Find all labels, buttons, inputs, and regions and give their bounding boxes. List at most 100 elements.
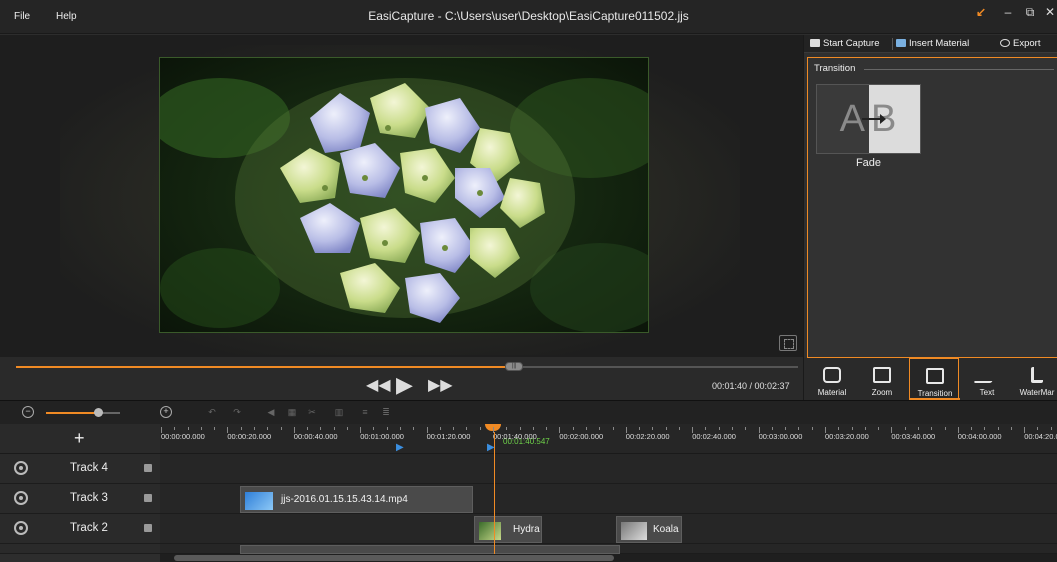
ruler-tick-label: 00:00:20.000: [227, 432, 272, 441]
ruler-tick: [639, 427, 641, 430]
ruler-tick: [214, 427, 216, 430]
playhead-line[interactable]: [494, 432, 495, 562]
redo-icon[interactable]: ↷: [232, 407, 242, 417]
marker-icon[interactable]: ▶: [396, 442, 404, 453]
ruler-tick: [466, 427, 468, 430]
timeline-zoom-slider[interactable]: [46, 408, 120, 417]
audio-clip[interactable]: [240, 545, 620, 554]
track-lane[interactable]: [160, 544, 1057, 554]
image-clip[interactable]: Hydra: [474, 516, 542, 543]
volume-icon[interactable]: ◀: [266, 407, 276, 417]
ruler-tick: [917, 427, 919, 430]
easicapture-window: File Help EasiCapture - C:\Users\user\De…: [0, 0, 1057, 562]
tab-transition[interactable]: Transition: [909, 358, 960, 400]
ruler-tick: [439, 427, 441, 430]
track-lane[interactable]: Hydra Koala: [160, 514, 1057, 544]
track-lane[interactable]: jjs-2016.01.15.15.43.14.mp4: [160, 484, 1057, 514]
lock-icon[interactable]: [144, 494, 152, 502]
zoom-slider-fill: [46, 412, 98, 414]
ruler-tick: [426, 427, 428, 433]
ruler-tick: [612, 427, 614, 430]
ruler-tick: [519, 427, 521, 430]
film-reel-icon: [1000, 39, 1010, 47]
transition-icon: [926, 368, 944, 384]
start-capture-button[interactable]: Start Capture: [810, 38, 880, 49]
video-clip[interactable]: jjs-2016.01.15.15.43.14.mp4: [240, 486, 473, 513]
ruler-tick: [585, 427, 587, 430]
video-preview: [0, 35, 803, 357]
track-header: Track 3: [0, 484, 160, 514]
zoom-in-icon[interactable]: +: [160, 406, 172, 418]
restore-down-icon[interactable]: ↙: [972, 4, 990, 20]
track-name: Track 2: [70, 522, 108, 534]
ruler-tick: [253, 427, 255, 430]
insert-material-button[interactable]: Insert Material: [896, 38, 969, 49]
fast-forward-icon[interactable]: ▶▶: [428, 375, 453, 395]
track-lane[interactable]: [160, 454, 1057, 484]
fullscreen-icon[interactable]: [779, 335, 797, 351]
tab-watermark[interactable]: WaterMar: [1012, 358, 1057, 400]
lock-icon[interactable]: [144, 524, 152, 532]
record-icon: [810, 39, 820, 47]
ruler-tick: [453, 427, 455, 430]
ruler-tick: [1010, 427, 1012, 430]
play-icon[interactable]: ▶: [396, 372, 413, 398]
ruler-tick: [625, 427, 627, 433]
tab-text[interactable]: Text: [962, 358, 1012, 400]
ruler-tick-label: 00:02:00.000: [559, 432, 604, 441]
ruler-tick: [864, 427, 866, 430]
minimize-icon[interactable]: –: [999, 4, 1017, 20]
ruler-tick: [997, 427, 999, 430]
clip-label: Koala: [653, 524, 679, 535]
close-icon[interactable]: ✕: [1041, 4, 1057, 20]
ruler-tick: [678, 427, 680, 430]
ruler-tick: [931, 427, 933, 430]
zoom-out-icon[interactable]: −: [22, 406, 34, 418]
undo-icon[interactable]: ↶: [207, 407, 217, 417]
merge-icon[interactable]: ≣: [381, 407, 391, 417]
tab-zoom[interactable]: Zoom: [857, 358, 907, 400]
insert-material-label: Insert Material: [909, 38, 970, 49]
ruler-tick: [506, 427, 508, 430]
zoom-slider-knob[interactable]: [93, 408, 103, 417]
ruler-tick: [1024, 427, 1026, 433]
ruler-tick: [851, 427, 853, 430]
ruler-tick: [758, 427, 760, 433]
split-icon[interactable]: ≡: [360, 407, 370, 417]
lock-icon[interactable]: [144, 464, 152, 472]
ruler-tick: [200, 427, 202, 430]
add-track-icon[interactable]: +: [74, 428, 85, 449]
ruler-tick-label: 00:02:40.000: [692, 432, 736, 441]
ruler-tick: [346, 427, 348, 430]
ruler-tick: [692, 427, 694, 433]
ruler-tick-label: 00:03:00.000: [758, 432, 803, 441]
ruler-tick: [785, 427, 787, 430]
track-name: Track 3: [70, 492, 108, 504]
playback-progress-knob[interactable]: |||: [505, 362, 524, 371]
rewind-icon[interactable]: ◀◀: [366, 375, 391, 395]
delete-icon[interactable]: ▥: [334, 407, 344, 417]
timeline-ruler[interactable]: 00:01:40.547 ▶ ▶ 00:00:00.000 00:00:20.00…: [160, 424, 1057, 454]
cut-icon[interactable]: ✂: [307, 407, 317, 417]
playback-progress-bar[interactable]: |||: [16, 362, 798, 371]
timeline-toolbar: − + ↶ ↷ ◀ ▦ ✂ ▥ ≡ ≣: [0, 400, 1057, 424]
ruler-tick: [479, 427, 481, 430]
tab-material[interactable]: Material: [807, 358, 857, 400]
ruler-tick: [732, 427, 734, 430]
ruler-tick: [705, 427, 707, 430]
scrollbar-thumb[interactable]: [174, 555, 614, 561]
ruler-tick: [838, 427, 840, 430]
clip-thumbnail: [479, 522, 501, 540]
image-clip[interactable]: Koala: [616, 516, 682, 543]
maximize-icon[interactable]: ⧉: [1021, 4, 1039, 20]
timeline-scrollbar[interactable]: [160, 554, 1057, 562]
ruler-tick: [559, 427, 561, 433]
crop-icon[interactable]: ▦: [287, 407, 297, 417]
export-button[interactable]: Export: [1000, 38, 1040, 49]
ruler-tick: [413, 427, 415, 430]
ruler-tick: [665, 427, 667, 430]
toolbar-divider: [892, 38, 893, 50]
ruler-tick: [599, 427, 601, 430]
ruler-tick: [878, 427, 880, 430]
fade-transition-thumbnail[interactable]: A B: [816, 84, 921, 154]
